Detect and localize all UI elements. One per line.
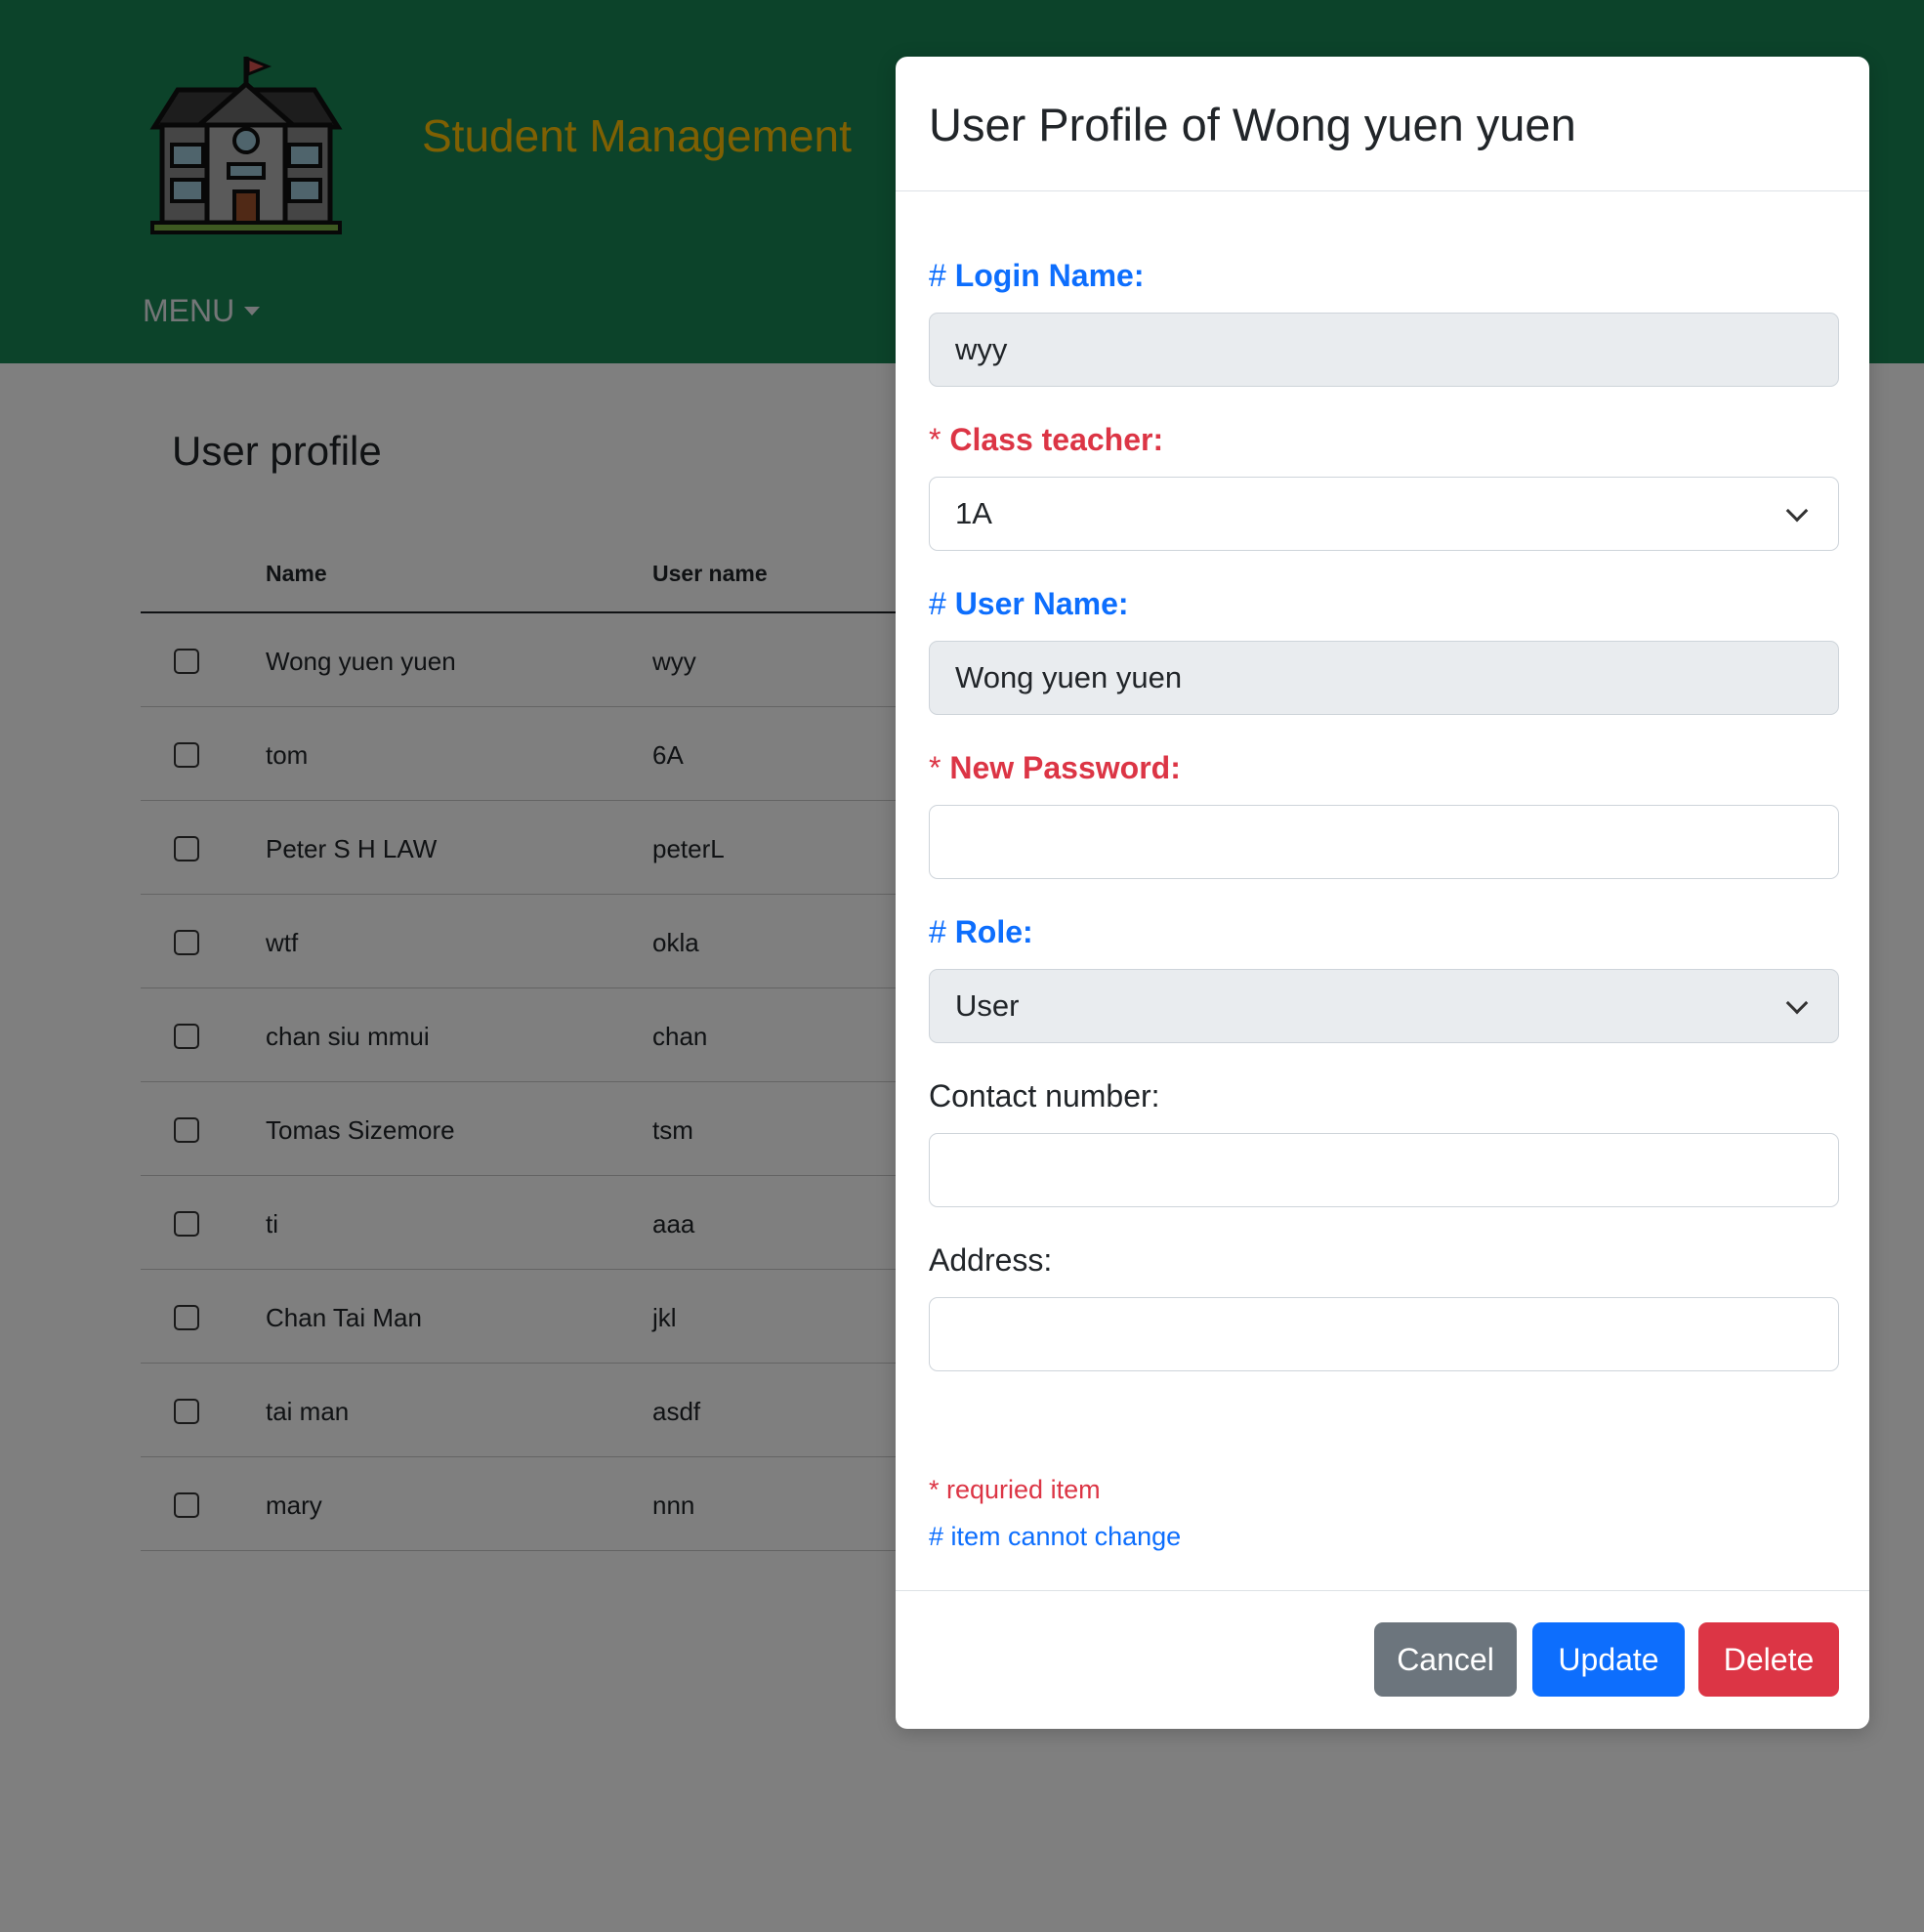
required-note: * requried item: [929, 1475, 1101, 1504]
cannot-change-marker: #: [929, 914, 946, 949]
modal-header: User Profile of Wong yuen yuen: [896, 57, 1869, 191]
user-name-value: Wong yuen yuen: [955, 660, 1183, 694]
update-button[interactable]: Update: [1532, 1622, 1685, 1697]
chevron-down-icon: [1785, 499, 1809, 523]
class-teacher-value: 1A: [955, 496, 992, 530]
class-teacher-label: * Class teacher:: [929, 422, 1164, 457]
login-name-value: wyy: [955, 332, 1008, 366]
class-teacher-select[interactable]: 1A: [929, 477, 1839, 551]
required-marker: *: [929, 422, 941, 457]
modal-footer: Cancel Update Delete: [896, 1590, 1869, 1729]
role-select[interactable]: User: [929, 969, 1839, 1043]
role-label: # Role:: [929, 914, 1033, 949]
address-field[interactable]: [929, 1297, 1839, 1371]
modal-title: User Profile of Wong yuen yuen: [929, 99, 1576, 150]
contact-number-field[interactable]: [929, 1133, 1839, 1207]
required-marker: *: [929, 750, 941, 785]
user-name-label: # User Name:: [929, 586, 1129, 621]
login-name-label: # Login Name:: [929, 258, 1145, 293]
contact-number-label: Contact number:: [929, 1078, 1160, 1113]
login-name-field[interactable]: wyy: [929, 313, 1839, 387]
chevron-down-icon: [1785, 991, 1809, 1015]
new-password-label: * New Password:: [929, 750, 1181, 785]
cannot-change-marker: #: [929, 258, 946, 293]
cancel-button[interactable]: Cancel: [1374, 1622, 1517, 1697]
cannot-change-note: # item cannot change: [929, 1522, 1182, 1551]
user-name-field[interactable]: Wong yuen yuen: [929, 641, 1839, 715]
user-profile-modal: User Profile of Wong yuen yuen # Login N…: [896, 57, 1869, 1729]
cannot-change-marker: #: [929, 586, 946, 621]
role-value: User: [955, 988, 1020, 1023]
address-label: Address:: [929, 1242, 1053, 1278]
delete-button[interactable]: Delete: [1698, 1622, 1839, 1697]
new-password-field[interactable]: [929, 805, 1839, 879]
